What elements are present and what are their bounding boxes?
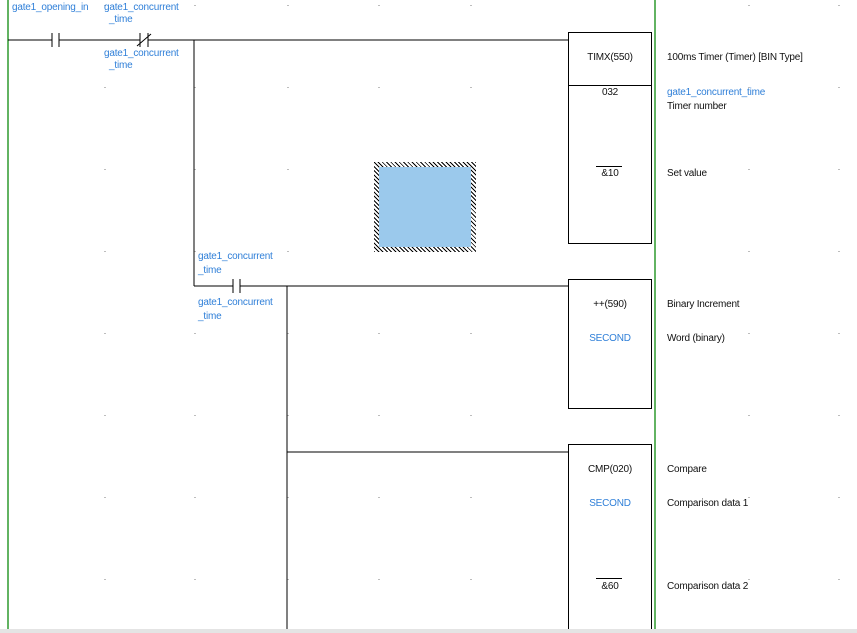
timx-operand2[interactable]: &10 [568,168,652,180]
grid-dot [378,87,380,88]
grid-dot [838,5,840,6]
grid-dot [470,579,472,580]
grid-dot [378,497,380,498]
grid-dot [748,169,750,170]
grid-dot [194,497,196,498]
grid-dot [838,497,840,498]
timx-instruction-name: TIMX(550) [587,52,633,63]
grid-dot [470,497,472,498]
grid-dot [838,579,840,580]
compare-instruction-name: CMP(020) [588,464,632,475]
grid-dot [748,497,750,498]
grid-dot [470,87,472,88]
compare-operand1[interactable]: SECOND [568,498,652,510]
timx-operand1[interactable]: 032 [568,87,652,99]
grid-dot [470,415,472,416]
grid-dot [748,5,750,6]
compare-operand2-desc: Comparison data 2 [667,581,749,592]
compare-description: Compare [667,464,707,475]
timx-operand2-desc: Set value [667,168,707,179]
grid-dot [104,169,106,170]
grid-dot [104,579,106,580]
grid-dot [104,333,106,334]
no-contact-icon[interactable] [45,33,67,47]
increment-operand1-desc: Word (binary) [667,333,725,344]
grid-dot [194,415,196,416]
grid-dot [378,415,380,416]
compare-operand2[interactable]: &60 [568,581,652,593]
operand-overline [596,578,622,579]
grid-dot [287,87,289,88]
operand-overline [596,166,622,167]
timx-operand1-desc: Timer number [667,101,727,112]
grid-dot [287,169,289,170]
nc-contact-icon[interactable] [135,33,154,47]
timx-operand1-symbol: gate1_concurrent_time [667,87,766,98]
grid-dot [748,579,750,580]
increment-instruction-name: ++(590) [593,299,627,310]
increment-description: Binary Increment [667,299,740,310]
branch1-label-line2: _time [109,60,133,71]
grid-dot [838,87,840,88]
grid-dot [470,333,472,334]
grid-dot [378,579,380,580]
increment-operand1[interactable]: SECOND [568,333,652,345]
grid-dot [287,5,289,6]
instruction-divider [569,85,651,86]
grid-dot [378,333,380,334]
grid-dot [194,333,196,334]
grid-dot [194,5,196,6]
grid-dot [838,251,840,252]
contact2-label-line1: gate1_concurrent [104,2,179,13]
grid-dot [104,251,106,252]
grid-dot [104,497,106,498]
grid-dot [748,415,750,416]
grid-dot [378,5,380,6]
grid-dot [838,333,840,334]
no-contact-icon[interactable] [226,279,246,293]
grid-dot [104,415,106,416]
grid-dot [194,579,196,580]
grid-dot [838,169,840,170]
rung2-contact-label-line1: gate1_concurrent [198,251,273,262]
ladder-editor-canvas[interactable]: gate1_opening_in gate1_concurrent _time … [0,0,857,633]
contact2-label-line2: _time [109,14,133,25]
rung2-contact-label-line2: _time [198,265,222,276]
timx-description: 100ms Timer (Timer) [BIN Type] [667,52,803,63]
grid-dot [748,251,750,252]
contact1-label: gate1_opening_in [12,2,89,13]
grid-dot [104,87,106,88]
grid-dot [838,415,840,416]
rung2-branch-label-line2: _time [198,311,222,322]
grid-dot [287,251,289,252]
branch1-label-line1: gate1_concurrent [104,48,179,59]
grid-dot [748,333,750,334]
cell-selection-fill [379,167,471,247]
rung2-branch-label-line1: gate1_concurrent [198,297,273,308]
grid-dot [470,5,472,6]
horizontal-scrollbar-edge[interactable] [0,629,857,633]
compare-operand1-desc: Comparison data 1 [667,498,749,509]
